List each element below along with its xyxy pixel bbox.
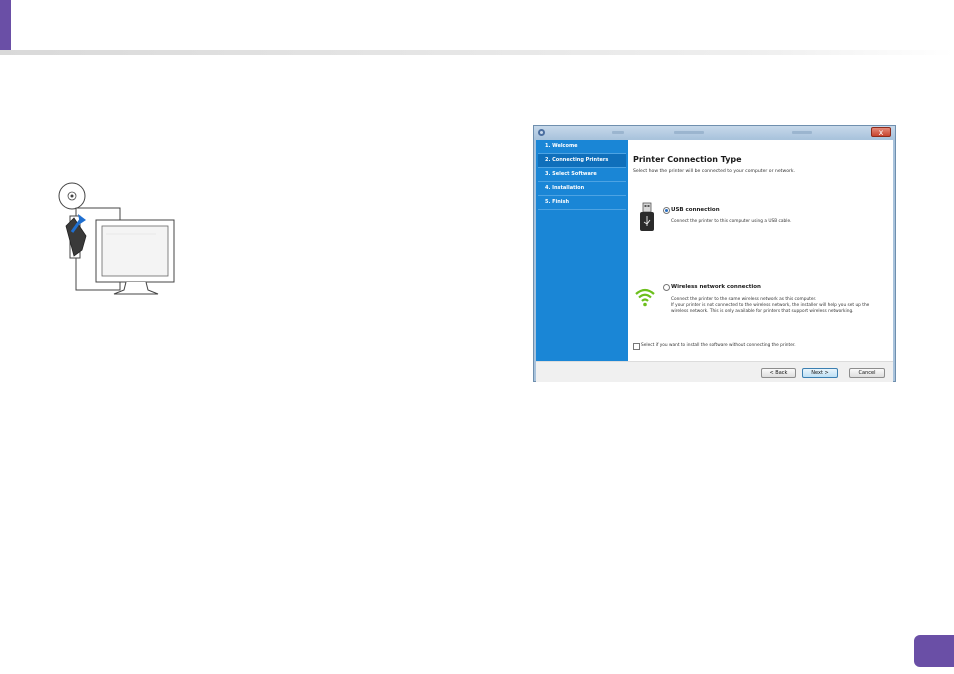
install-without-connecting-label[interactable]: Select if you want to install the softwa… (641, 343, 796, 348)
page-title: Printer Connection Type (633, 155, 742, 164)
step-select-software: 3. Select Software (538, 168, 626, 182)
header-divider (0, 50, 954, 55)
steps-sidebar: 1. Welcome 2. Connecting Printers 3. Sel… (536, 140, 628, 361)
usb-connection-label[interactable]: USB connection (671, 207, 720, 213)
instruction-text: Select how the printer will be connected… (633, 169, 796, 174)
wifi-icon (635, 288, 655, 307)
wireless-connection-label[interactable]: Wireless network connection (671, 284, 761, 290)
next-button[interactable]: Next > (802, 368, 838, 378)
usb-connection-description: Connect the printer to this computer usi… (671, 219, 792, 224)
page-number-tab (914, 635, 954, 667)
title-bar-text-faded (792, 131, 812, 134)
connection-type-panel: Printer Connection Type Select how the p… (628, 140, 893, 361)
app-icon (538, 129, 545, 136)
computer-cd-illustration (58, 182, 175, 295)
header-accent-bar (0, 0, 11, 52)
usb-icon (640, 202, 654, 231)
step-finish: 5. Finish (538, 196, 626, 210)
title-bar-text-faded (674, 131, 704, 134)
wireless-connection-radio[interactable] (663, 284, 670, 291)
step-connecting-printers: 2. Connecting Printers (538, 154, 626, 168)
wireless-connection-description: wireless network. This is only available… (671, 309, 854, 314)
title-bar-text-faded (612, 131, 624, 134)
installer-window: x 1. Welcome 2. Connecting Printers 3. S… (533, 125, 896, 382)
step-welcome: 1. Welcome (538, 140, 626, 154)
button-bar: < Back Next > Cancel (536, 361, 893, 382)
cancel-button[interactable]: Cancel (849, 368, 885, 378)
close-button[interactable]: x (871, 127, 891, 137)
title-bar[interactable]: x (534, 126, 895, 139)
back-button[interactable]: < Back (761, 368, 796, 378)
installer-client-area: 1. Welcome 2. Connecting Printers 3. Sel… (536, 140, 893, 382)
usb-connection-radio[interactable] (663, 207, 670, 214)
step-installation: 4. Installation (538, 182, 626, 196)
install-without-connecting-checkbox[interactable] (633, 343, 640, 350)
